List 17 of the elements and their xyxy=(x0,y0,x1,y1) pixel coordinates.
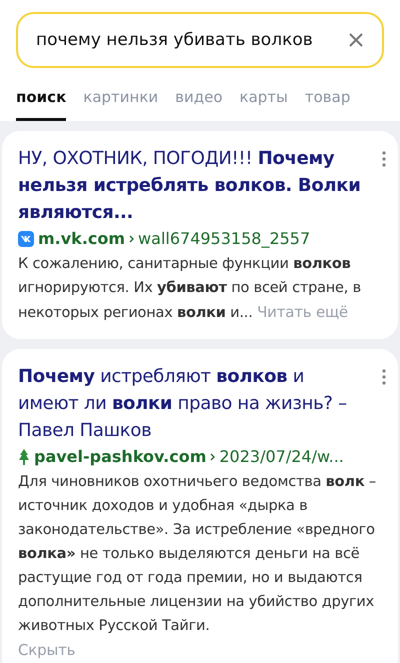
result-path: 2023/07/24/w... xyxy=(219,447,344,466)
result-title[interactable]: НУ, ОХОТНИК, ПОГОДИ!!! Почему нельзя истреблять волков. Волки являются... xyxy=(18,145,382,226)
result-domain[interactable]: pavel-pashkov.com xyxy=(34,447,206,466)
more-icon[interactable] xyxy=(382,369,386,385)
result-snippet: Для чиновников охотничьего ведомства волк – источник доходов и удобная «дырка в законодательстве». За истребление «вредного волка» не только выделяются деньги на всё растущие год от года премии, но и выдаются дополнительные лицензии на убийство других животных Русской Тайги. Скрыть xyxy=(18,470,382,662)
result-title[interactable]: Почему истребляют волков и имеют ли волки право на жизнь? – Павел Пашков xyxy=(18,363,382,444)
vk-logo-icon xyxy=(18,230,34,246)
result-path: wall674953158_2557 xyxy=(138,229,310,248)
close-icon[interactable] xyxy=(348,32,364,48)
tree-icon xyxy=(18,448,30,464)
result-domain[interactable]: m.vk.com xyxy=(38,229,126,248)
tab[interactable]: поиск xyxy=(16,82,66,121)
chevron-icon xyxy=(210,452,216,460)
more-icon[interactable] xyxy=(382,151,386,167)
chevron-icon xyxy=(129,234,134,242)
search-field[interactable]: почему нельзя убивать волков xyxy=(16,12,384,68)
result-snippet: К сожалению, санитарные функции волков игнорируются. Их убивают по всей стране, в некоторых регионах волки и... Читать ещё xyxy=(18,255,362,323)
